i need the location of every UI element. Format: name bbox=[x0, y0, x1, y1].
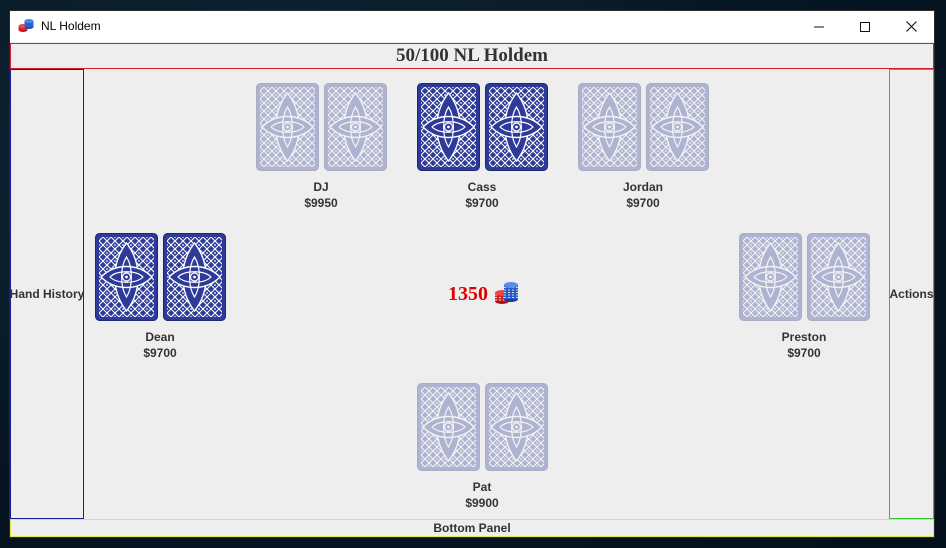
card-back bbox=[416, 83, 480, 171]
poker-chips-icon bbox=[18, 18, 34, 34]
hand-history-panel[interactable]: Hand History bbox=[10, 69, 84, 519]
table-header: 50/100 NL Holdem bbox=[10, 43, 934, 69]
card-back bbox=[162, 233, 226, 321]
hole-cards bbox=[577, 83, 709, 171]
hole-cards bbox=[738, 233, 870, 321]
card-back bbox=[94, 233, 158, 321]
player-seat: DJ $9950 bbox=[255, 83, 387, 211]
player-name: Dean bbox=[145, 330, 175, 344]
minimize-button[interactable] bbox=[796, 11, 842, 42]
player-stack: $9700 bbox=[143, 346, 177, 360]
title-bar[interactable]: NL Holdem bbox=[10, 11, 934, 42]
card-back bbox=[323, 83, 387, 171]
player-stack: $9950 bbox=[304, 196, 338, 210]
pot-amount: 1350 bbox=[448, 283, 488, 305]
player-name: Pat bbox=[472, 480, 492, 494]
card-back bbox=[484, 83, 548, 171]
actions-panel[interactable]: Actions bbox=[889, 69, 934, 519]
hole-cards bbox=[416, 83, 548, 171]
hole-cards bbox=[255, 83, 387, 171]
player-stack: $9700 bbox=[626, 196, 660, 210]
pot: 1350 bbox=[448, 279, 520, 310]
player-seat: Cass $9700 bbox=[416, 83, 548, 211]
app-window: NL Holdem 50/100 NL Holdem Hand History … bbox=[9, 10, 935, 538]
card-back bbox=[577, 83, 641, 171]
player-stack: $9900 bbox=[465, 496, 499, 510]
bottom-panel: Bottom Panel bbox=[10, 519, 934, 537]
maximize-icon bbox=[860, 21, 870, 32]
maximize-button[interactable] bbox=[842, 11, 888, 42]
player-name: Preston bbox=[781, 330, 827, 344]
close-icon bbox=[905, 21, 917, 32]
player-stack: $9700 bbox=[465, 196, 499, 210]
card-back bbox=[806, 233, 870, 321]
player-seat: Jordan $9700 bbox=[577, 83, 709, 211]
player-seat: Preston $9700 bbox=[738, 233, 870, 361]
card-back bbox=[738, 233, 802, 321]
card-back bbox=[645, 83, 709, 171]
hole-cards bbox=[416, 383, 548, 471]
chip-stack-icon bbox=[494, 279, 520, 310]
card-back bbox=[416, 383, 480, 471]
player-seat: Pat $9900 bbox=[416, 383, 548, 511]
minimize-icon bbox=[814, 26, 824, 27]
window-title: NL Holdem bbox=[41, 19, 101, 33]
card-back bbox=[255, 83, 319, 171]
hole-cards bbox=[94, 233, 226, 321]
player-name: Jordan bbox=[622, 180, 663, 194]
card-back bbox=[484, 383, 548, 471]
close-button[interactable] bbox=[888, 11, 934, 42]
player-stack: $9700 bbox=[787, 346, 821, 360]
player-name: DJ bbox=[313, 180, 329, 194]
player-name: Cass bbox=[467, 180, 497, 194]
player-seat: Dean $9700 bbox=[94, 233, 226, 361]
